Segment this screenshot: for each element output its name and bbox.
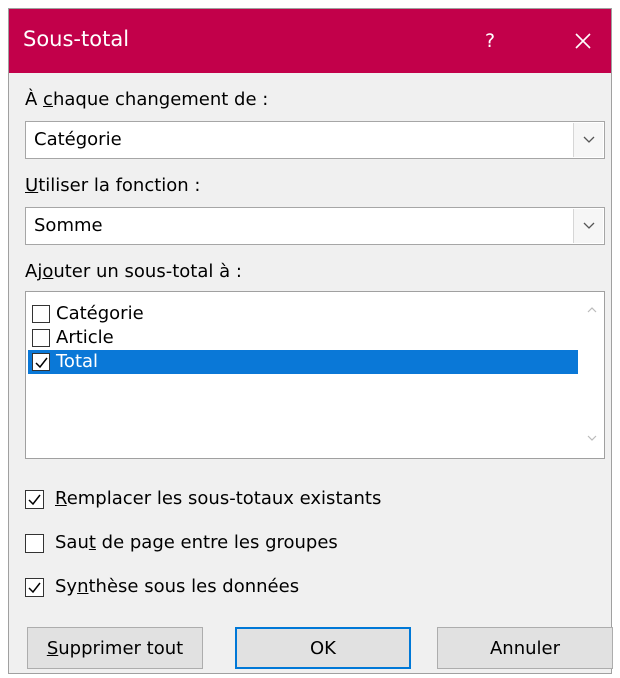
group-by-dropdown-button[interactable] bbox=[573, 123, 603, 157]
close-icon bbox=[575, 33, 591, 49]
function-label: Utiliser la fonction : bbox=[25, 175, 201, 196]
page-break-label: Saut de page entre les groupes bbox=[55, 532, 338, 553]
title-bar: Sous-total ? bbox=[9, 9, 611, 73]
ok-button[interactable]: OK bbox=[235, 627, 411, 669]
cancel-button[interactable]: Annuler bbox=[437, 627, 613, 669]
dialog-title: Sous-total bbox=[23, 27, 130, 51]
list-scrollbar[interactable] bbox=[580, 292, 604, 458]
chevron-down-icon bbox=[583, 222, 594, 229]
replace-subtotals-label: Remplacer les sous-totaux existants bbox=[55, 488, 382, 509]
function-dropdown-button[interactable] bbox=[573, 209, 603, 243]
checkbox[interactable] bbox=[32, 305, 50, 323]
checkbox-checked[interactable] bbox=[32, 353, 50, 371]
group-by-value: Catégorie bbox=[34, 129, 122, 150]
add-subtotal-listbox[interactable]: Catégorie Article Total bbox=[25, 291, 605, 459]
list-item-label: Article bbox=[56, 327, 114, 348]
chevron-down-icon bbox=[587, 435, 597, 441]
subtotal-dialog: Sous-total ? À chaque changement de : Ca… bbox=[8, 8, 613, 674]
checkbox[interactable] bbox=[32, 329, 50, 347]
help-button[interactable]: ? bbox=[461, 9, 519, 73]
group-by-label: À chaque changement de : bbox=[25, 89, 269, 110]
group-by-dropdown[interactable]: Catégorie bbox=[25, 121, 605, 159]
function-dropdown[interactable]: Somme bbox=[25, 207, 605, 245]
function-value: Somme bbox=[34, 215, 103, 236]
checkbox-checked[interactable] bbox=[25, 578, 44, 597]
scroll-up-button[interactable] bbox=[580, 298, 604, 322]
chevron-down-icon bbox=[583, 136, 594, 143]
list-item-article[interactable]: Article bbox=[28, 326, 578, 350]
checkbox-checked[interactable] bbox=[25, 490, 44, 509]
list-item-total[interactable]: Total bbox=[28, 350, 578, 374]
chevron-up-icon bbox=[587, 307, 597, 313]
summary-below-label: Synthèse sous les données bbox=[55, 576, 300, 597]
scroll-down-button[interactable] bbox=[580, 426, 604, 450]
list-item-label: Catégorie bbox=[56, 303, 144, 324]
remove-all-button[interactable]: Supprimer tout bbox=[27, 627, 203, 669]
close-button[interactable] bbox=[555, 9, 611, 73]
add-subtotal-label: Ajouter un sous-total à : bbox=[25, 261, 242, 282]
checkmark-icon bbox=[28, 582, 41, 594]
list-item-label: Total bbox=[56, 351, 99, 372]
checkbox[interactable] bbox=[25, 534, 44, 553]
list-item-categorie[interactable]: Catégorie bbox=[28, 302, 578, 326]
checkmark-icon bbox=[28, 494, 41, 506]
help-icon: ? bbox=[484, 30, 496, 52]
checkmark-icon bbox=[35, 357, 48, 369]
